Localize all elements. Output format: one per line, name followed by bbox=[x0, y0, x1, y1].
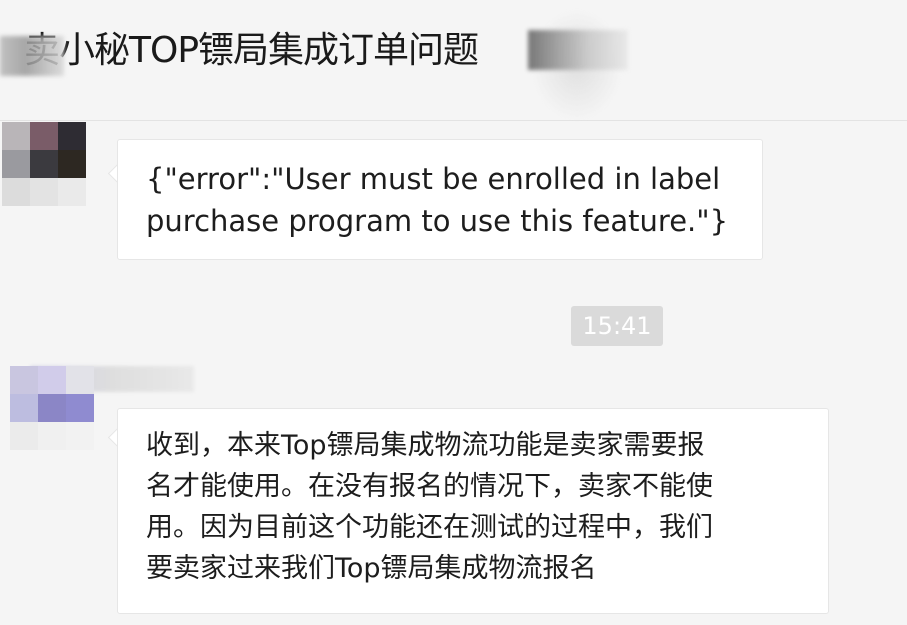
message-bubble[interactable]: 收到，本来Top镖局集成物流功能是卖家需要报 名才能使用。在没有报名的情况下，卖… bbox=[117, 408, 829, 614]
redacted-title-prefix bbox=[0, 36, 64, 76]
avatar[interactable] bbox=[10, 366, 94, 450]
avatar-pixel bbox=[10, 422, 38, 450]
avatar-pixel bbox=[66, 394, 94, 422]
avatar-pixel bbox=[58, 178, 86, 206]
avatar-pixel bbox=[2, 150, 30, 178]
avatar-pixel bbox=[10, 394, 38, 422]
redacted-title-suffix bbox=[528, 30, 628, 70]
avatar-pixel bbox=[66, 366, 94, 394]
avatar-pixel bbox=[38, 422, 66, 450]
avatar-pixel bbox=[58, 122, 86, 150]
chat-header: 卖小秘TOP镖局集成订单问题 bbox=[0, 0, 907, 121]
avatar-pixel bbox=[30, 122, 58, 150]
avatar-pixel bbox=[38, 394, 66, 422]
message-bubble[interactable]: {"error":"User must be enrolled in label… bbox=[117, 139, 763, 260]
avatar-pixel bbox=[58, 150, 86, 178]
message-timestamp: 15:41 bbox=[571, 306, 663, 346]
avatar-pixel bbox=[30, 150, 58, 178]
avatar-pixel bbox=[2, 178, 30, 206]
chat-title[interactable]: 卖小秘TOP镖局集成订单问题 bbox=[24, 26, 479, 76]
avatar[interactable] bbox=[2, 122, 86, 206]
avatar-pixel bbox=[66, 422, 94, 450]
avatar-pixel bbox=[2, 122, 30, 150]
avatar-pixel bbox=[10, 366, 38, 394]
avatar-pixel bbox=[30, 178, 58, 206]
avatar-pixel bbox=[38, 366, 66, 394]
chat-window: 卖小秘TOP镖局集成订单问题 {"error":"User must be en… bbox=[0, 0, 907, 625]
